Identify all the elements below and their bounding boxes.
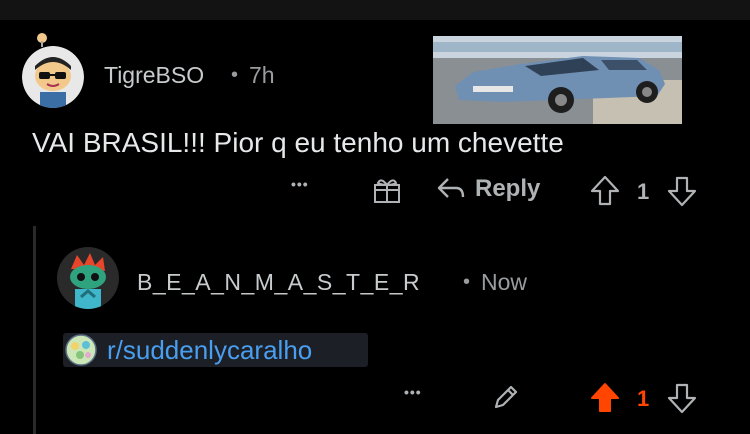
more-options-button[interactable]: ••• <box>404 384 422 400</box>
top-bar <box>0 0 750 20</box>
downvote-button[interactable] <box>667 175 697 207</box>
snoo-avatar-icon <box>57 247 119 309</box>
downvote-outline-icon <box>667 176 697 207</box>
vote-score: 1 <box>637 386 650 411</box>
downvote-button[interactable] <box>667 382 697 414</box>
more-options-button[interactable]: ••• <box>291 176 309 192</box>
separator-dot: • <box>231 64 239 86</box>
reply-arrow-icon <box>437 178 465 198</box>
upvote-button[interactable] <box>590 382 620 414</box>
separator-dot: • <box>463 271 471 293</box>
comment-age: 7h <box>249 62 275 88</box>
subreddit-community-icon <box>65 334 97 366</box>
more-dots-icon: ••• <box>291 176 309 192</box>
upvote-outline-icon <box>590 175 620 206</box>
comment-age: Now <box>481 269 528 295</box>
avatar[interactable] <box>57 247 119 309</box>
thread-line[interactable] <box>33 226 36 434</box>
reply-label: Reply <box>475 175 541 202</box>
snoo-avatar-icon <box>22 46 84 108</box>
upvote-button[interactable] <box>590 175 620 207</box>
username[interactable]: B_E_A_N_M_A_S_T_E_R <box>137 269 420 296</box>
antenna-icon <box>37 33 47 47</box>
upvote-filled-icon <box>591 383 619 412</box>
edit-button[interactable] <box>491 382 521 412</box>
avatar[interactable] <box>22 46 84 108</box>
subreddit-link-text[interactable]: r/suddenlycaralho <box>107 335 312 366</box>
username[interactable]: TigreBSO <box>104 62 204 89</box>
comment-text: VAI BRASIL!!! Pior q eu tenho um chevett… <box>32 127 564 158</box>
award-gift-icon <box>374 179 400 203</box>
edit-pencil-icon <box>494 385 518 409</box>
downvote-outline-icon <box>667 383 697 414</box>
comment-image-thumbnail[interactable] <box>433 36 682 124</box>
more-dots-icon: ••• <box>404 384 422 400</box>
subreddit-link[interactable]: r/suddenlycaralho <box>63 333 368 367</box>
award-button[interactable] <box>372 175 402 205</box>
vote-score: 1 <box>637 179 650 204</box>
car-photo-icon <box>433 36 682 124</box>
reply-button[interactable]: Reply <box>436 175 540 203</box>
